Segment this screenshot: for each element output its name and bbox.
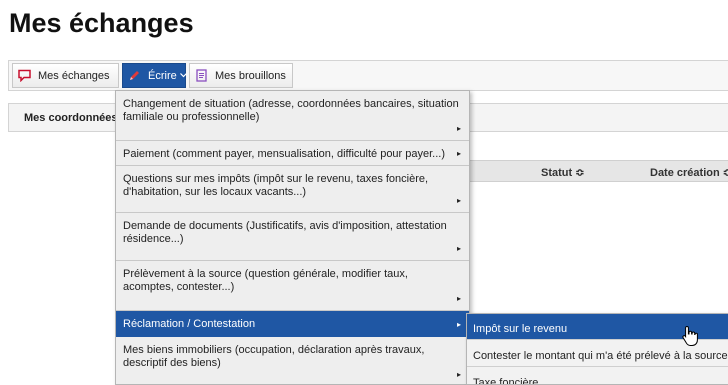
menu-item-reclamation-contestation[interactable]: Réclamation / Contestation ▸ (116, 311, 469, 337)
chevron-right-icon: ▸ (456, 320, 461, 329)
chevron-right-icon: ▸ (456, 196, 461, 205)
submenu-item-taxe-fonciere[interactable]: Taxe foncière (467, 368, 728, 385)
document-icon (195, 69, 208, 82)
menu-item-label: Paiement (comment payer, mensualisation,… (123, 148, 446, 160)
menu-item-label: Demande de documents (Justificatifs, avi… (123, 220, 447, 245)
ecrire-label: Écrire (148, 69, 177, 82)
menu-item-label: Mes biens immobiliers (occupation, décla… (123, 344, 425, 369)
chevron-right-icon: ▸ (456, 124, 461, 133)
toolbar: Mes échanges Écrire Mes brouillons (8, 60, 728, 91)
menu-item-changement-situation[interactable]: Changement de situation (adresse, coordo… (116, 91, 469, 141)
ecrire-button[interactable]: Écrire (122, 63, 187, 88)
chevron-right-icon: ▸ (456, 370, 461, 379)
chevron-down-icon (179, 73, 187, 78)
menu-item-biens-immobiliers[interactable]: Mes biens immobiliers (occupation, décla… (116, 337, 469, 384)
table-header: Statut ≎ Date création ≎ (470, 160, 728, 182)
submenu-item-label: Impôt sur le revenu (473, 323, 568, 335)
menu-item-prelevement-source[interactable]: Prélèvement à la source (question généra… (116, 261, 469, 311)
menu-item-questions-impots[interactable]: Questions sur mes impôts (impôt sur le r… (116, 166, 469, 213)
submenu-item-label: Taxe foncière (473, 377, 539, 385)
page-title: Mes échanges (9, 8, 194, 38)
submenu-item-label: Contester le montant qui m'a été prélevé… (473, 350, 728, 362)
pencil-icon (128, 69, 141, 82)
mes-coordonnees-label: Mes coordonnées (24, 112, 118, 124)
menu-item-demande-documents[interactable]: Demande de documents (Justificatifs, avi… (116, 213, 469, 261)
column-statut[interactable]: Statut ≎ (541, 166, 584, 179)
ecrire-dropdown-menu: Changement de situation (adresse, coordo… (115, 90, 470, 385)
menu-item-label: Réclamation / Contestation (123, 318, 256, 330)
chevron-right-icon: ▸ (456, 294, 461, 303)
chevron-right-icon: ▸ (456, 149, 461, 158)
chevron-right-icon: ▸ (456, 244, 461, 253)
hand-pointer-icon (682, 325, 698, 346)
reclamation-submenu: Impôt sur le revenu Contester le montant… (466, 313, 728, 385)
menu-item-label: Prélèvement à la source (question généra… (123, 268, 408, 293)
column-date-creation[interactable]: Date création ≎ (650, 166, 728, 179)
mes-brouillons-label: Mes brouillons (215, 69, 286, 82)
menu-item-label: Changement de situation (adresse, coordo… (123, 98, 459, 123)
menu-item-paiement[interactable]: Paiement (comment payer, mensualisation,… (116, 141, 469, 166)
menu-item-label: Questions sur mes impôts (impôt sur le r… (123, 173, 429, 198)
chat-bubble-icon (18, 69, 31, 82)
mes-echanges-button[interactable]: Mes échanges (12, 63, 119, 88)
mes-brouillons-button[interactable]: Mes brouillons (189, 63, 293, 88)
mes-echanges-label: Mes échanges (38, 69, 110, 82)
